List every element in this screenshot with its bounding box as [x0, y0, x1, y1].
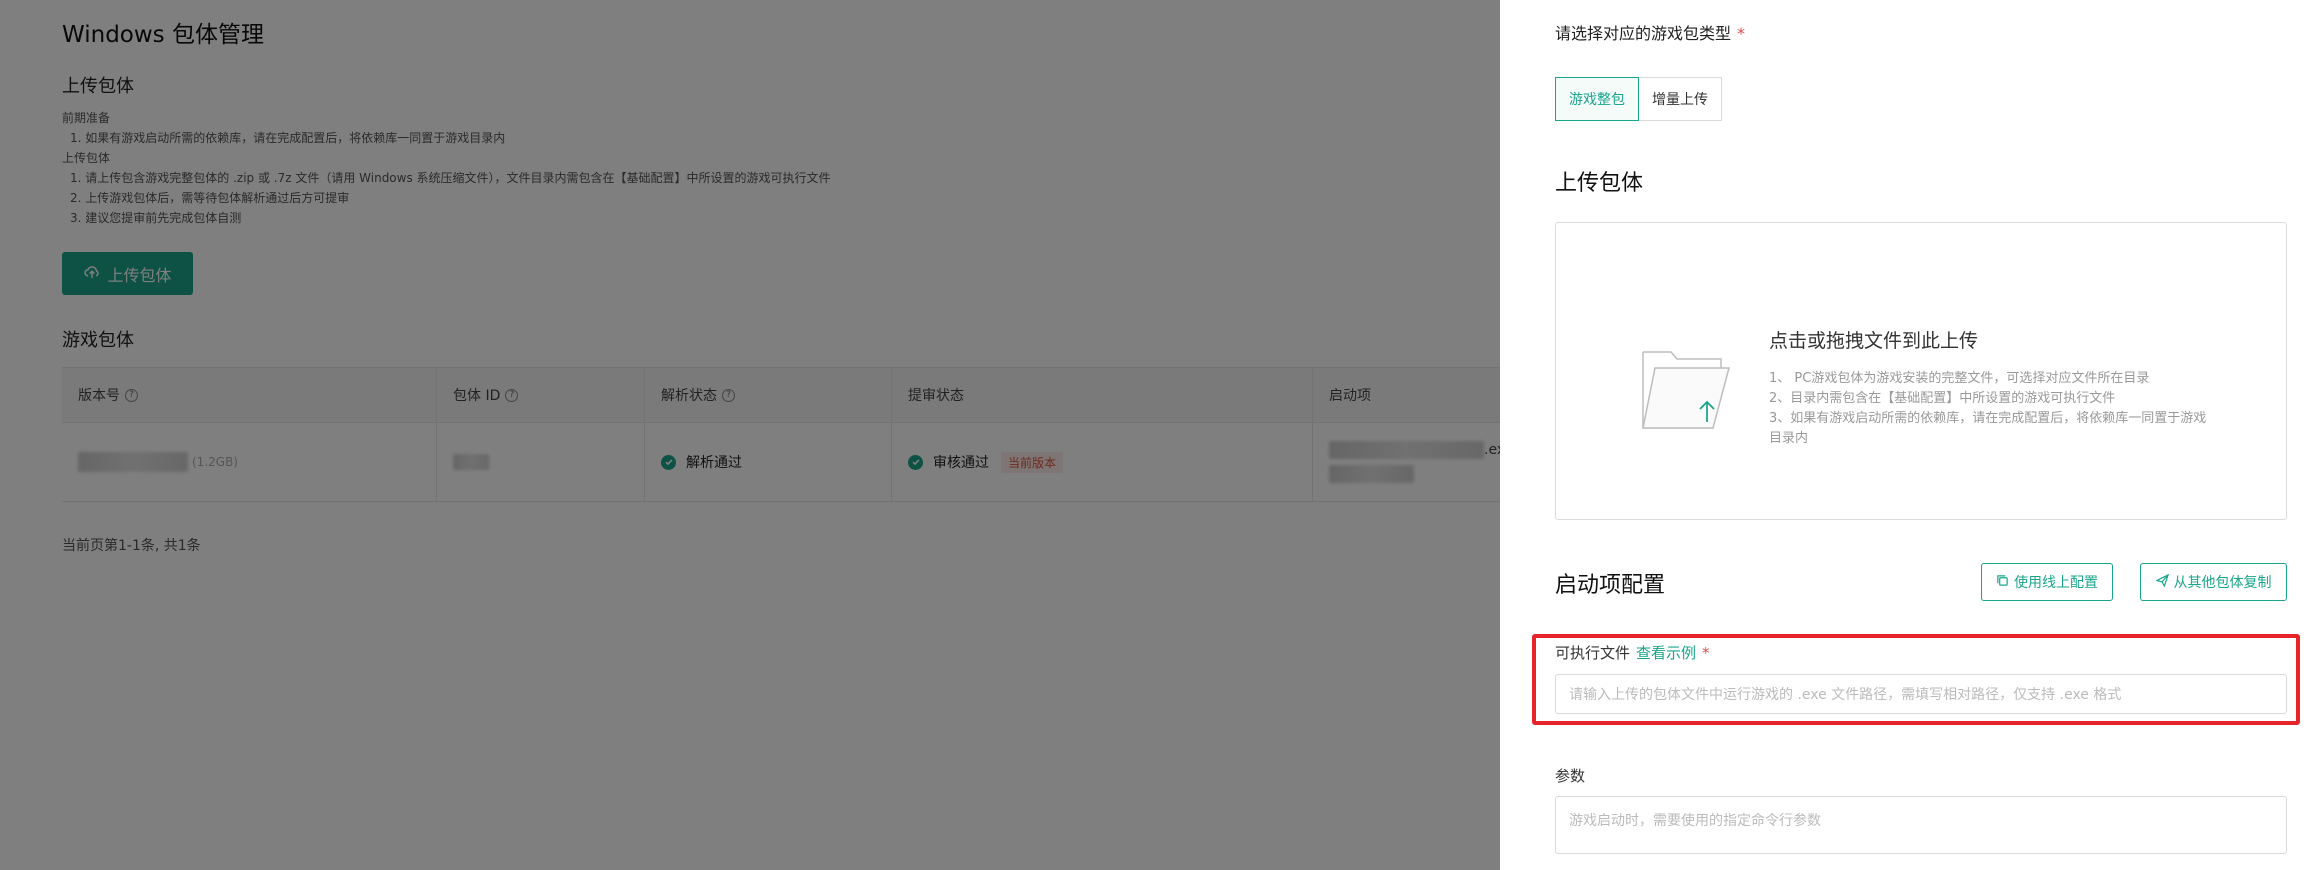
folder-upload-icon	[1641, 346, 1731, 430]
params-placeholder: 游戏启动时，需要使用的指定命令行参数	[1569, 813, 1821, 829]
exe-path-placeholder: 请输入上传的包体文件中运行游戏的 .exe 文件路径，需填写相对路径，仅支持 .…	[1569, 687, 2122, 703]
launch-config-title: 启动项配置	[1555, 573, 1666, 598]
dropzone-title: 点击或拖拽文件到此上传	[1769, 330, 1979, 352]
params-textarea[interactable]: 游戏启动时，需要使用的指定命令行参数	[1555, 796, 2287, 854]
required-mark: *	[1737, 24, 1746, 43]
view-example-link[interactable]: 查看示例	[1636, 644, 1696, 662]
option-full-package[interactable]: 游戏整包	[1555, 77, 1639, 121]
package-type-label-text: 请选择对应的游戏包类型	[1555, 24, 1732, 43]
copy-from-other-button[interactable]: 从其他包体复制	[2140, 563, 2287, 601]
upload-title: 上传包体	[1555, 171, 1644, 196]
copy-from-other-label: 从其他包体复制	[2173, 575, 2272, 591]
send-icon	[2154, 573, 2169, 591]
exe-label-text: 可执行文件	[1555, 644, 1631, 662]
exe-field-label: 可执行文件 查看示例 *	[1555, 642, 1710, 663]
package-type-selector: 游戏整包 增量上传	[1555, 77, 1722, 121]
upload-drawer: 请选择对应的游戏包类型 * 游戏整包 增量上传 上传包体 点击或拖拽文件到此上传 …	[1500, 0, 2317, 870]
package-type-label: 请选择对应的游戏包类型 *	[1555, 20, 1745, 44]
option-incremental-upload[interactable]: 增量上传	[1639, 77, 1722, 121]
params-field-label: 参数	[1555, 767, 1586, 785]
dropzone-note: 1、 PC游戏包体为游戏安装的完整文件，可选择对应文件所在目录	[1769, 371, 2150, 386]
dropzone-note: 3、如果有游戏启动所需的依赖库，请在完成配置后，将依赖库一同置于游戏目录内	[1769, 411, 2207, 446]
dropzone-note: 2、目录内需包含在【基础配置】中所设置的游戏可执行文件	[1769, 391, 2116, 406]
dropzone-notes: 1、 PC游戏包体为游戏安装的完整文件，可选择对应文件所在目录 2、目录内需包含…	[1769, 369, 2209, 449]
use-online-config-label: 使用线上配置	[2014, 575, 2098, 591]
use-online-config-button[interactable]: 使用线上配置	[1981, 563, 2113, 601]
required-mark: *	[1702, 644, 1710, 662]
modal-overlay[interactable]	[0, 0, 1500, 870]
file-dropzone[interactable]: 点击或拖拽文件到此上传 1、 PC游戏包体为游戏安装的完整文件，可选择对应文件所…	[1555, 222, 2287, 520]
exe-path-input[interactable]: 请输入上传的包体文件中运行游戏的 .exe 文件路径，需填写相对路径，仅支持 .…	[1555, 674, 2287, 714]
copy-icon	[1996, 574, 2009, 591]
